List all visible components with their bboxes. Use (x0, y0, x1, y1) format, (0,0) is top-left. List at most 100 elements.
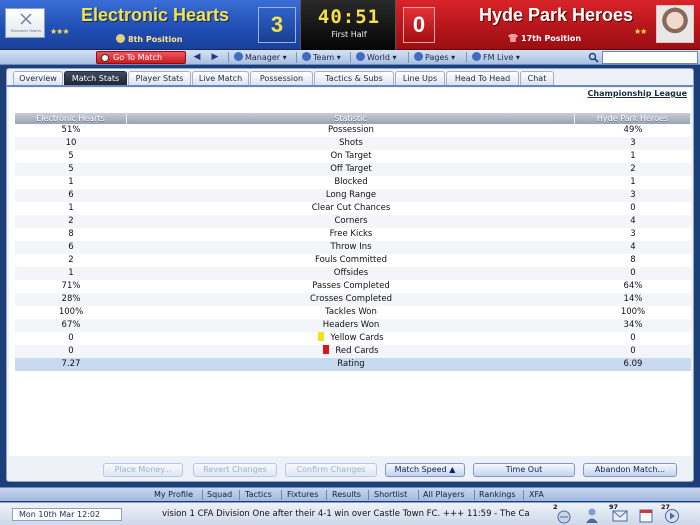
fm-live-menu[interactable]: FM Live ▾ (472, 51, 520, 64)
yellow-card-icon (318, 332, 325, 341)
away-value: 34% (623, 320, 643, 330)
home-value: 71% (61, 281, 81, 291)
home-value: 28% (61, 294, 81, 304)
pages-icon (414, 52, 423, 61)
away-value: 2 (630, 164, 636, 174)
competition-link[interactable]: Championship League (588, 89, 687, 98)
away-value: 3 (630, 229, 636, 239)
away-score: 0 (403, 7, 435, 43)
table-row: 67% Headers Won 34% (15, 319, 691, 332)
shortcut-divider (239, 490, 240, 500)
home-team-name[interactable]: Electronic Hearts (60, 5, 250, 26)
shortcut-rankings[interactable]: Rankings (479, 489, 516, 501)
home-team-badge[interactable]: Electronic Hearts (5, 8, 45, 38)
statistic-name: Passes Completed (127, 280, 575, 293)
abandon-match-button[interactable]: Abandon Match... (583, 463, 677, 477)
statistic-label: Corners (334, 216, 368, 226)
team-menu[interactable]: Team ▾ (302, 51, 341, 64)
tab-possession[interactable]: Possession (250, 71, 313, 85)
search-area (588, 51, 698, 64)
statistic-name: Off Target (127, 163, 575, 176)
news-ticker[interactable]: vision 1 CFA Division One after their 4-… (162, 508, 542, 521)
shortcut-fixtures[interactable]: Fixtures (287, 489, 318, 501)
statistic-label: Fouls Committed (314, 255, 387, 265)
shortcut-divider (418, 490, 419, 500)
statistic-label: Crosses Completed (309, 294, 393, 304)
nav-divider (228, 52, 229, 63)
tab-match-stats[interactable]: Match Stats (64, 71, 127, 85)
statistic-column-header[interactable]: Statistic (127, 113, 575, 124)
go-to-match-button[interactable]: Go To Match (96, 51, 186, 64)
statistic-name: Fouls Committed (127, 254, 575, 267)
statistic-name: Headers Won (127, 319, 575, 332)
world-menu-label: World (367, 53, 390, 62)
statistic-label: Long Range (325, 190, 377, 200)
table-row: 71% Passes Completed 64% (15, 280, 691, 293)
shortcut-results[interactable]: Results (332, 489, 361, 501)
away-team-name[interactable]: Hyde Park Heroes (456, 5, 656, 26)
match-period: First Half (331, 30, 367, 39)
away-value: 6.09 (623, 359, 643, 369)
away-column-header[interactable]: Hyde Park Heroes (575, 113, 691, 124)
forward-arrow-icon[interactable]: ▶ (210, 52, 220, 62)
manager-menu[interactable]: Manager ▾ (234, 51, 287, 64)
home-value: 1 (68, 203, 74, 213)
away-value: 0 (630, 203, 636, 213)
home-column-header[interactable]: Electronic Hearts (15, 113, 127, 124)
tab-chat[interactable]: Chat (520, 71, 554, 85)
statistic-name: Crosses Completed (127, 293, 575, 306)
table-row: 5 On Target 1 (15, 150, 691, 163)
tab-line-ups[interactable]: Line Ups (395, 71, 445, 85)
tab-overview[interactable]: Overview (13, 71, 63, 85)
statistic-label: Offsides (333, 268, 369, 278)
away-team-panel: 0 Hyde Park Heroes 17th Position ★★ (396, 0, 700, 50)
home-value: 100% (58, 307, 84, 317)
confirm-changes-button[interactable]: Confirm Changes (285, 463, 377, 477)
pages-menu[interactable]: Pages ▾ (414, 51, 455, 64)
shortcut-divider (281, 490, 282, 500)
shortcut-my-profile[interactable]: My Profile (154, 489, 193, 501)
away-value: 3 (630, 190, 636, 200)
away-value: 8 (630, 255, 636, 265)
away-value: 49% (623, 125, 643, 135)
home-value: 51% (61, 125, 81, 135)
shortcut-tactics[interactable]: Tactics (245, 489, 272, 501)
away-value: 14% (623, 294, 643, 304)
user-icon[interactable] (583, 506, 601, 524)
table-row: 8 Free Kicks 3 (15, 228, 691, 241)
fm-live-menu-label: FM Live (483, 53, 514, 62)
back-arrow-icon[interactable]: ◀ (192, 52, 202, 62)
statistic-label: Off Target (330, 164, 372, 174)
tab-live-match[interactable]: Live Match (192, 71, 249, 85)
calendar-icon[interactable] (637, 506, 655, 524)
away-value: 4 (630, 216, 636, 226)
revert-changes-button[interactable]: Revert Changes (193, 463, 277, 477)
shortcut-all-players[interactable]: All Players (423, 489, 465, 501)
world-menu[interactable]: World ▾ (356, 51, 397, 64)
football-icon (101, 54, 109, 62)
inbox-icon[interactable] (555, 506, 573, 524)
time-out-button[interactable]: Time Out (473, 463, 575, 477)
away-value: 3 (630, 138, 636, 148)
place-money-button[interactable]: Place Money... (103, 463, 183, 477)
statistic-label: On Target (330, 151, 372, 161)
shortcut-xfa[interactable]: XFA (529, 489, 544, 501)
search-input[interactable] (602, 51, 698, 64)
table-row: 1 Blocked 1 (15, 176, 691, 189)
search-icon[interactable] (588, 52, 599, 63)
tab-head-to-head[interactable]: Head To Head (446, 71, 519, 85)
statistic-label: Yellow Cards (330, 333, 384, 343)
current-date[interactable]: Mon 10th Mar 12:02 (12, 508, 122, 521)
home-value: 2 (68, 216, 74, 226)
home-value: 0 (68, 333, 74, 343)
shortcut-squad[interactable]: Squad (207, 489, 232, 501)
away-position-label: 17th Position (521, 34, 582, 43)
statistic-label: Headers Won (322, 320, 380, 330)
shortcut-shortlist[interactable]: Shortlist (374, 489, 407, 501)
away-value: 100% (620, 307, 646, 317)
tab-player-stats[interactable]: Player Stats (128, 71, 191, 85)
manager-photo[interactable] (656, 5, 694, 43)
tab-tactics-subs[interactable]: Tactics & Subs (314, 71, 394, 85)
match-speed-button[interactable]: Match Speed ▲ (385, 463, 465, 477)
statistic-label: Tackles Won (325, 307, 377, 317)
